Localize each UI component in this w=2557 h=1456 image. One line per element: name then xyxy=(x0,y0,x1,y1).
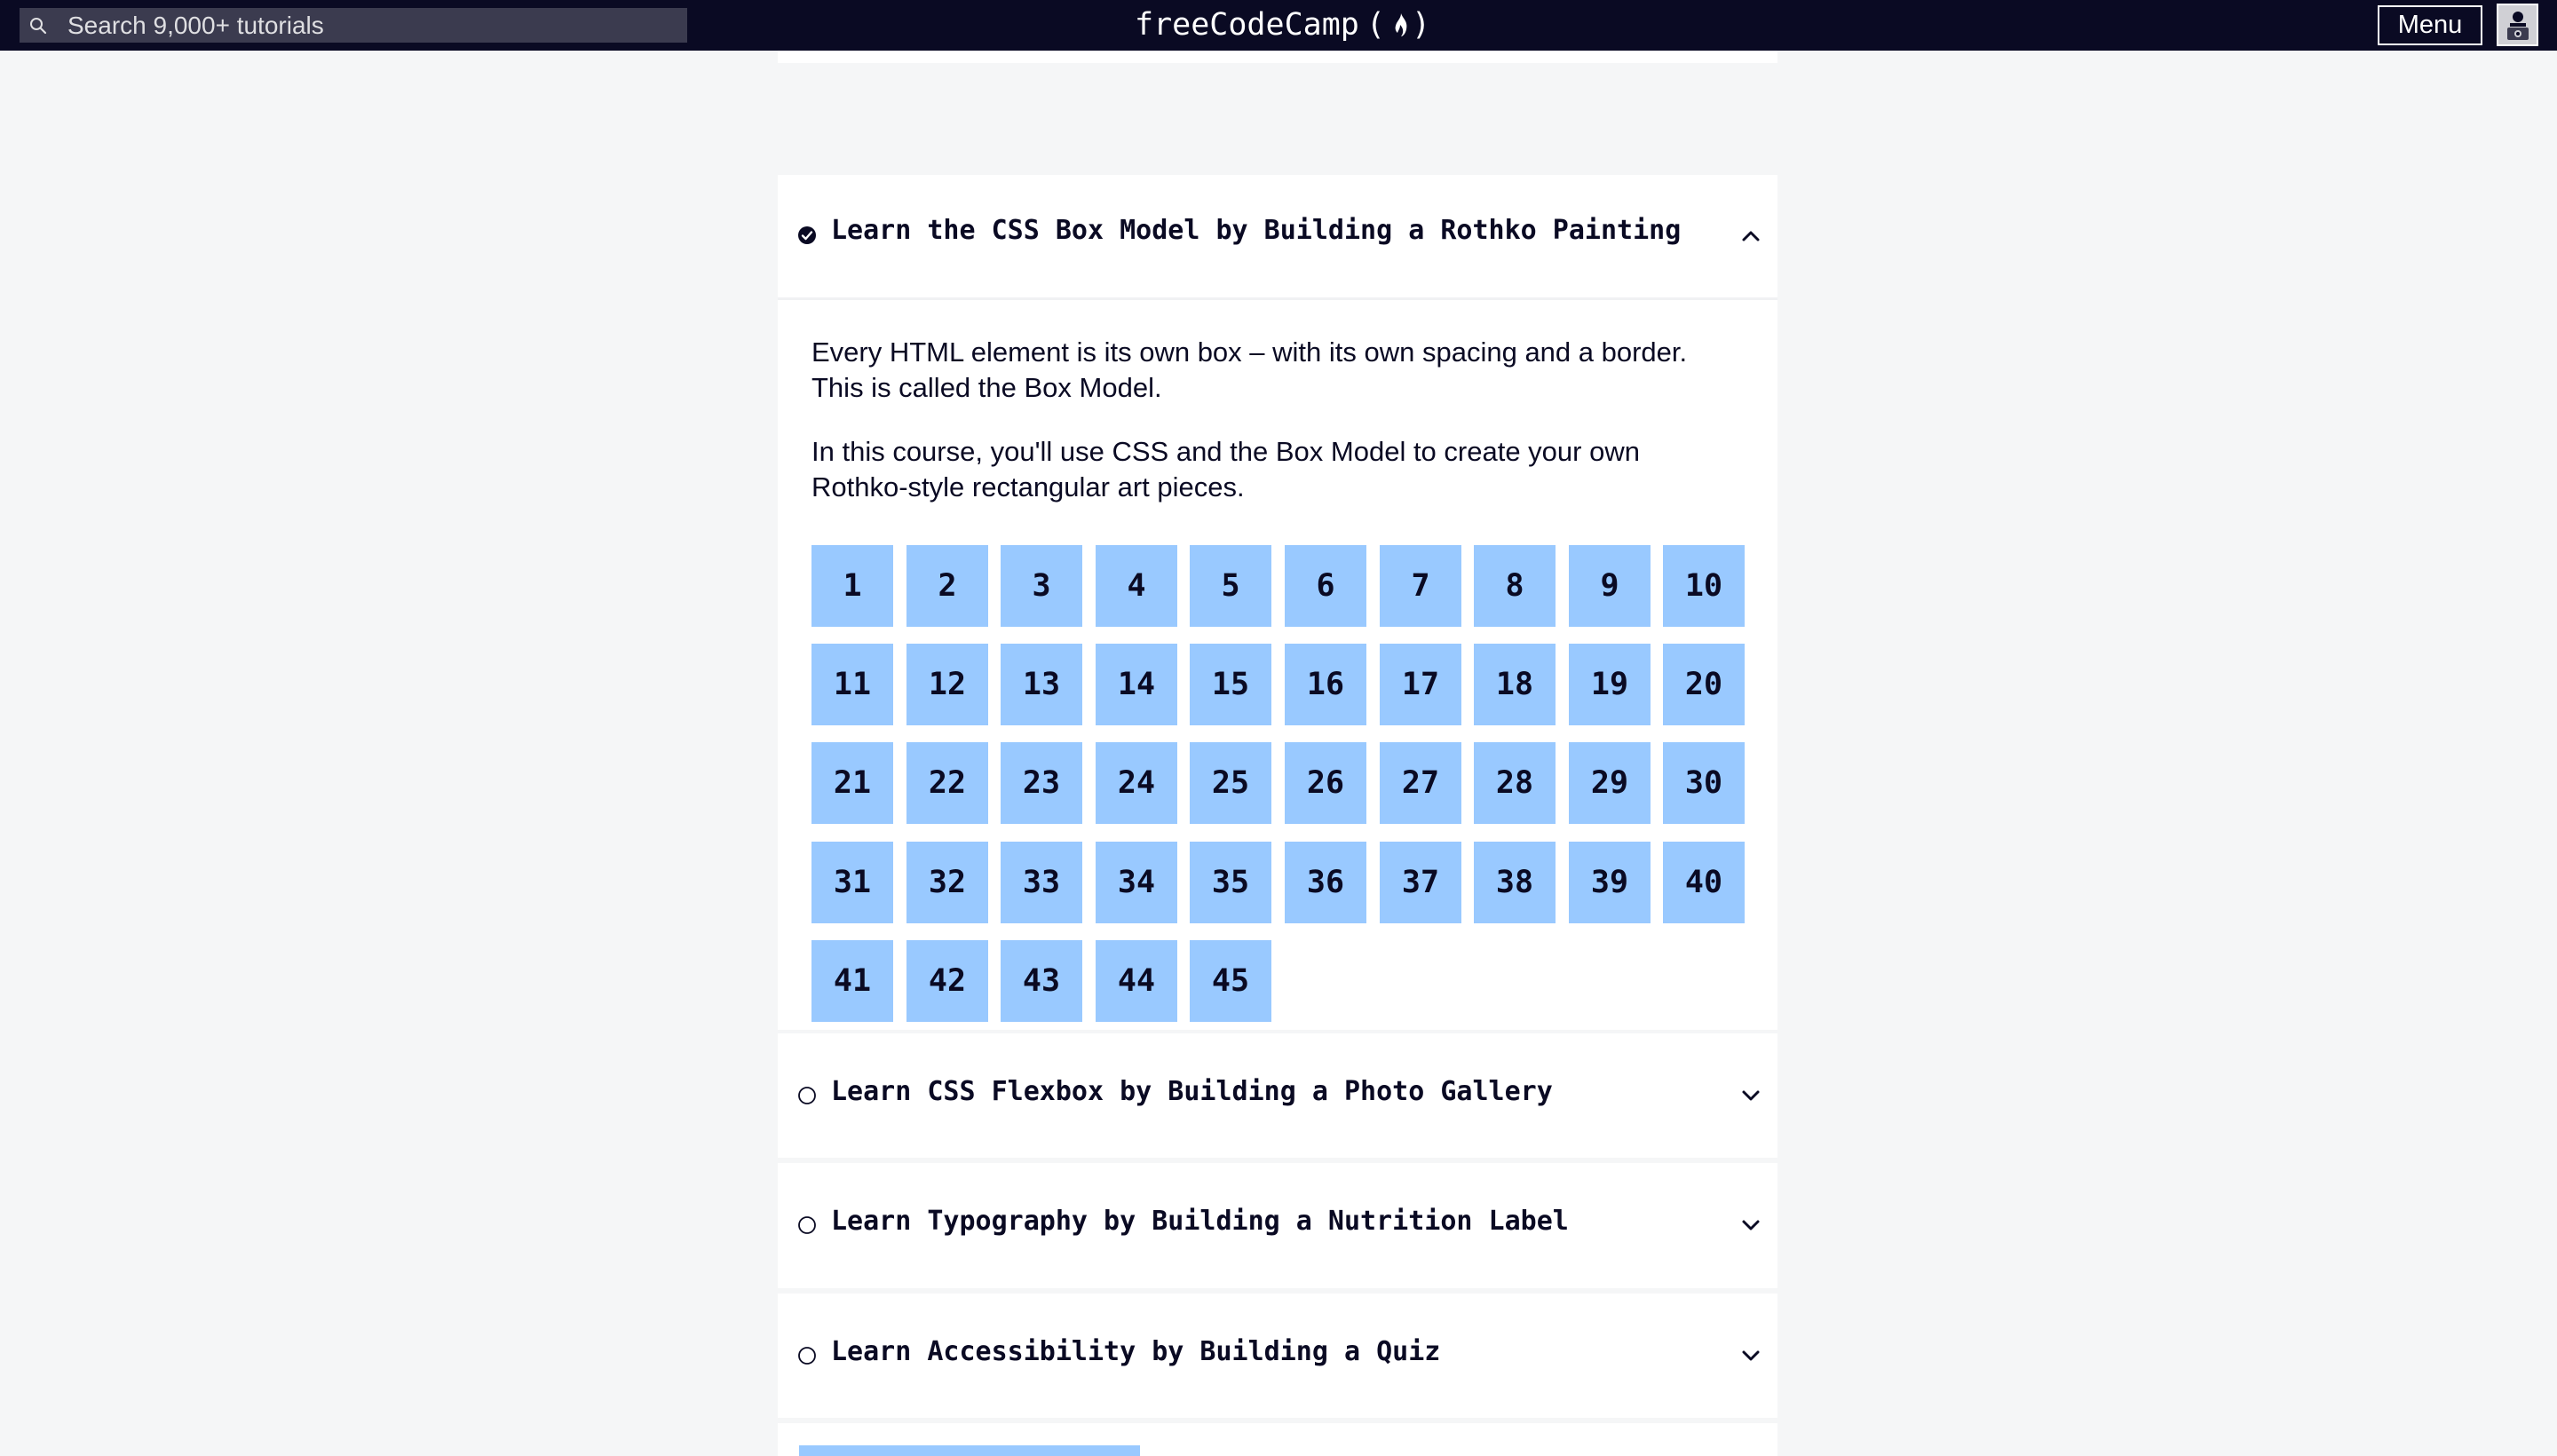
step-button[interactable]: 36 xyxy=(1285,842,1366,923)
block-description-2: In this course, you'll use CSS and the B… xyxy=(811,436,1640,502)
step-button[interactable]: 4 xyxy=(1096,545,1177,627)
step-button[interactable]: 12 xyxy=(906,644,988,725)
step-button[interactable]: 27 xyxy=(1380,742,1461,824)
logo-paren-open: ( xyxy=(1366,7,1385,43)
block-title: Learn the CSS Box Model by Building a Ro… xyxy=(831,215,1682,246)
step-button[interactable]: 29 xyxy=(1569,742,1651,824)
search-bar[interactable] xyxy=(20,8,687,43)
chevron-down-icon xyxy=(1742,1090,1760,1101)
avatar-icon xyxy=(2499,6,2536,44)
step-button[interactable]: 34 xyxy=(1096,842,1177,923)
block-title: Learn Typography by Building a Nutrition… xyxy=(831,1206,1569,1237)
step-button[interactable]: 40 xyxy=(1663,842,1745,923)
step-button[interactable]: 28 xyxy=(1474,742,1556,824)
step-button[interactable]: 2 xyxy=(906,545,988,627)
step-button[interactable]: 9 xyxy=(1569,545,1651,627)
step-button[interactable]: 11 xyxy=(811,644,893,725)
next-block-button[interactable] xyxy=(799,1445,1140,1456)
step-button[interactable]: 21 xyxy=(811,742,893,824)
step-button[interactable]: 7 xyxy=(1380,545,1461,627)
header-divider xyxy=(778,297,1777,300)
step-button[interactable]: 26 xyxy=(1285,742,1366,824)
block-header[interactable]: Learn Accessibility by Building a Quiz xyxy=(778,1294,1777,1418)
step-button[interactable]: 39 xyxy=(1569,842,1651,923)
block-title: Learn Accessibility by Building a Quiz xyxy=(831,1336,1441,1367)
step-button[interactable]: 30 xyxy=(1663,742,1745,824)
top-navbar: freeCodeCamp ( ) Menu xyxy=(0,0,2557,51)
step-button[interactable]: 15 xyxy=(1190,644,1271,725)
check-circle-icon xyxy=(798,226,816,244)
step-button[interactable]: 37 xyxy=(1380,842,1461,923)
flame-icon xyxy=(1395,13,1407,36)
chevron-down-icon xyxy=(1742,1220,1760,1230)
block-title: Learn CSS Flexbox by Building a Photo Ga… xyxy=(831,1076,1553,1107)
block-description-1: Every HTML element is its own box – with… xyxy=(811,336,1688,403)
step-button[interactable]: 41 xyxy=(811,940,893,1022)
step-button[interactable]: 45 xyxy=(1190,940,1271,1022)
block-card-typography: Learn Typography by Building a Nutrition… xyxy=(778,1163,1777,1288)
step-button[interactable]: 38 xyxy=(1474,842,1556,923)
step-button[interactable]: 14 xyxy=(1096,644,1177,725)
search-input[interactable] xyxy=(20,8,687,43)
empty-circle-icon xyxy=(798,1216,816,1234)
block-header[interactable]: Learn Typography by Building a Nutrition… xyxy=(778,1163,1777,1288)
step-button[interactable]: 13 xyxy=(1001,644,1082,725)
step-button[interactable]: 17 xyxy=(1380,644,1461,725)
step-grid: 1 2 3 4 5 6 7 8 9 10 11 12 13 14 15 16 17 18 19 20 21 22 23 24 2… xyxy=(811,545,1753,1022)
menu-button[interactable]: Menu xyxy=(2378,5,2482,45)
freecodecamp-logo[interactable]: freeCodeCamp ( ) xyxy=(1135,4,1430,46)
step-button[interactable]: 42 xyxy=(906,940,988,1022)
step-button[interactable]: 33 xyxy=(1001,842,1082,923)
step-button[interactable]: 23 xyxy=(1001,742,1082,824)
step-button[interactable]: 24 xyxy=(1096,742,1177,824)
chevron-down-icon xyxy=(1742,1350,1760,1361)
step-button[interactable]: 6 xyxy=(1285,545,1366,627)
step-button[interactable]: 19 xyxy=(1569,644,1651,725)
step-button[interactable]: 20 xyxy=(1663,644,1745,725)
step-button[interactable]: 8 xyxy=(1474,545,1556,627)
avatar[interactable] xyxy=(2497,4,2538,46)
step-button[interactable]: 31 xyxy=(811,842,893,923)
previous-block-card xyxy=(778,51,1777,63)
logo-text: freeCodeCamp xyxy=(1135,7,1359,43)
step-button[interactable]: 32 xyxy=(906,842,988,923)
empty-circle-icon xyxy=(798,1347,816,1365)
block-card-css-flexbox: Learn CSS Flexbox by Building a Photo Ga… xyxy=(778,1033,1777,1158)
empty-circle-icon xyxy=(798,1087,816,1104)
step-button[interactable]: 43 xyxy=(1001,940,1082,1022)
step-button[interactable]: 10 xyxy=(1663,545,1745,627)
step-button[interactable]: 3 xyxy=(1001,545,1082,627)
block-card-accessibility: Learn Accessibility by Building a Quiz xyxy=(778,1294,1777,1418)
block-header[interactable]: Learn CSS Flexbox by Building a Photo Ga… xyxy=(778,1033,1777,1158)
step-button[interactable]: 22 xyxy=(906,742,988,824)
step-button[interactable]: 25 xyxy=(1190,742,1271,824)
step-button[interactable]: 16 xyxy=(1285,644,1366,725)
step-button[interactable]: 35 xyxy=(1190,842,1271,923)
step-button[interactable]: 5 xyxy=(1190,545,1271,627)
step-button[interactable]: 44 xyxy=(1096,940,1177,1022)
step-button[interactable]: 1 xyxy=(811,545,893,627)
step-button[interactable]: 18 xyxy=(1474,644,1556,725)
chevron-up-icon xyxy=(1742,231,1760,241)
block-header[interactable]: Learn the CSS Box Model by Building a Ro… xyxy=(778,175,1777,297)
block-card-css-box-model: Learn the CSS Box Model by Building a Ro… xyxy=(778,175,1777,1030)
logo-paren-close: ) xyxy=(1411,7,1431,43)
